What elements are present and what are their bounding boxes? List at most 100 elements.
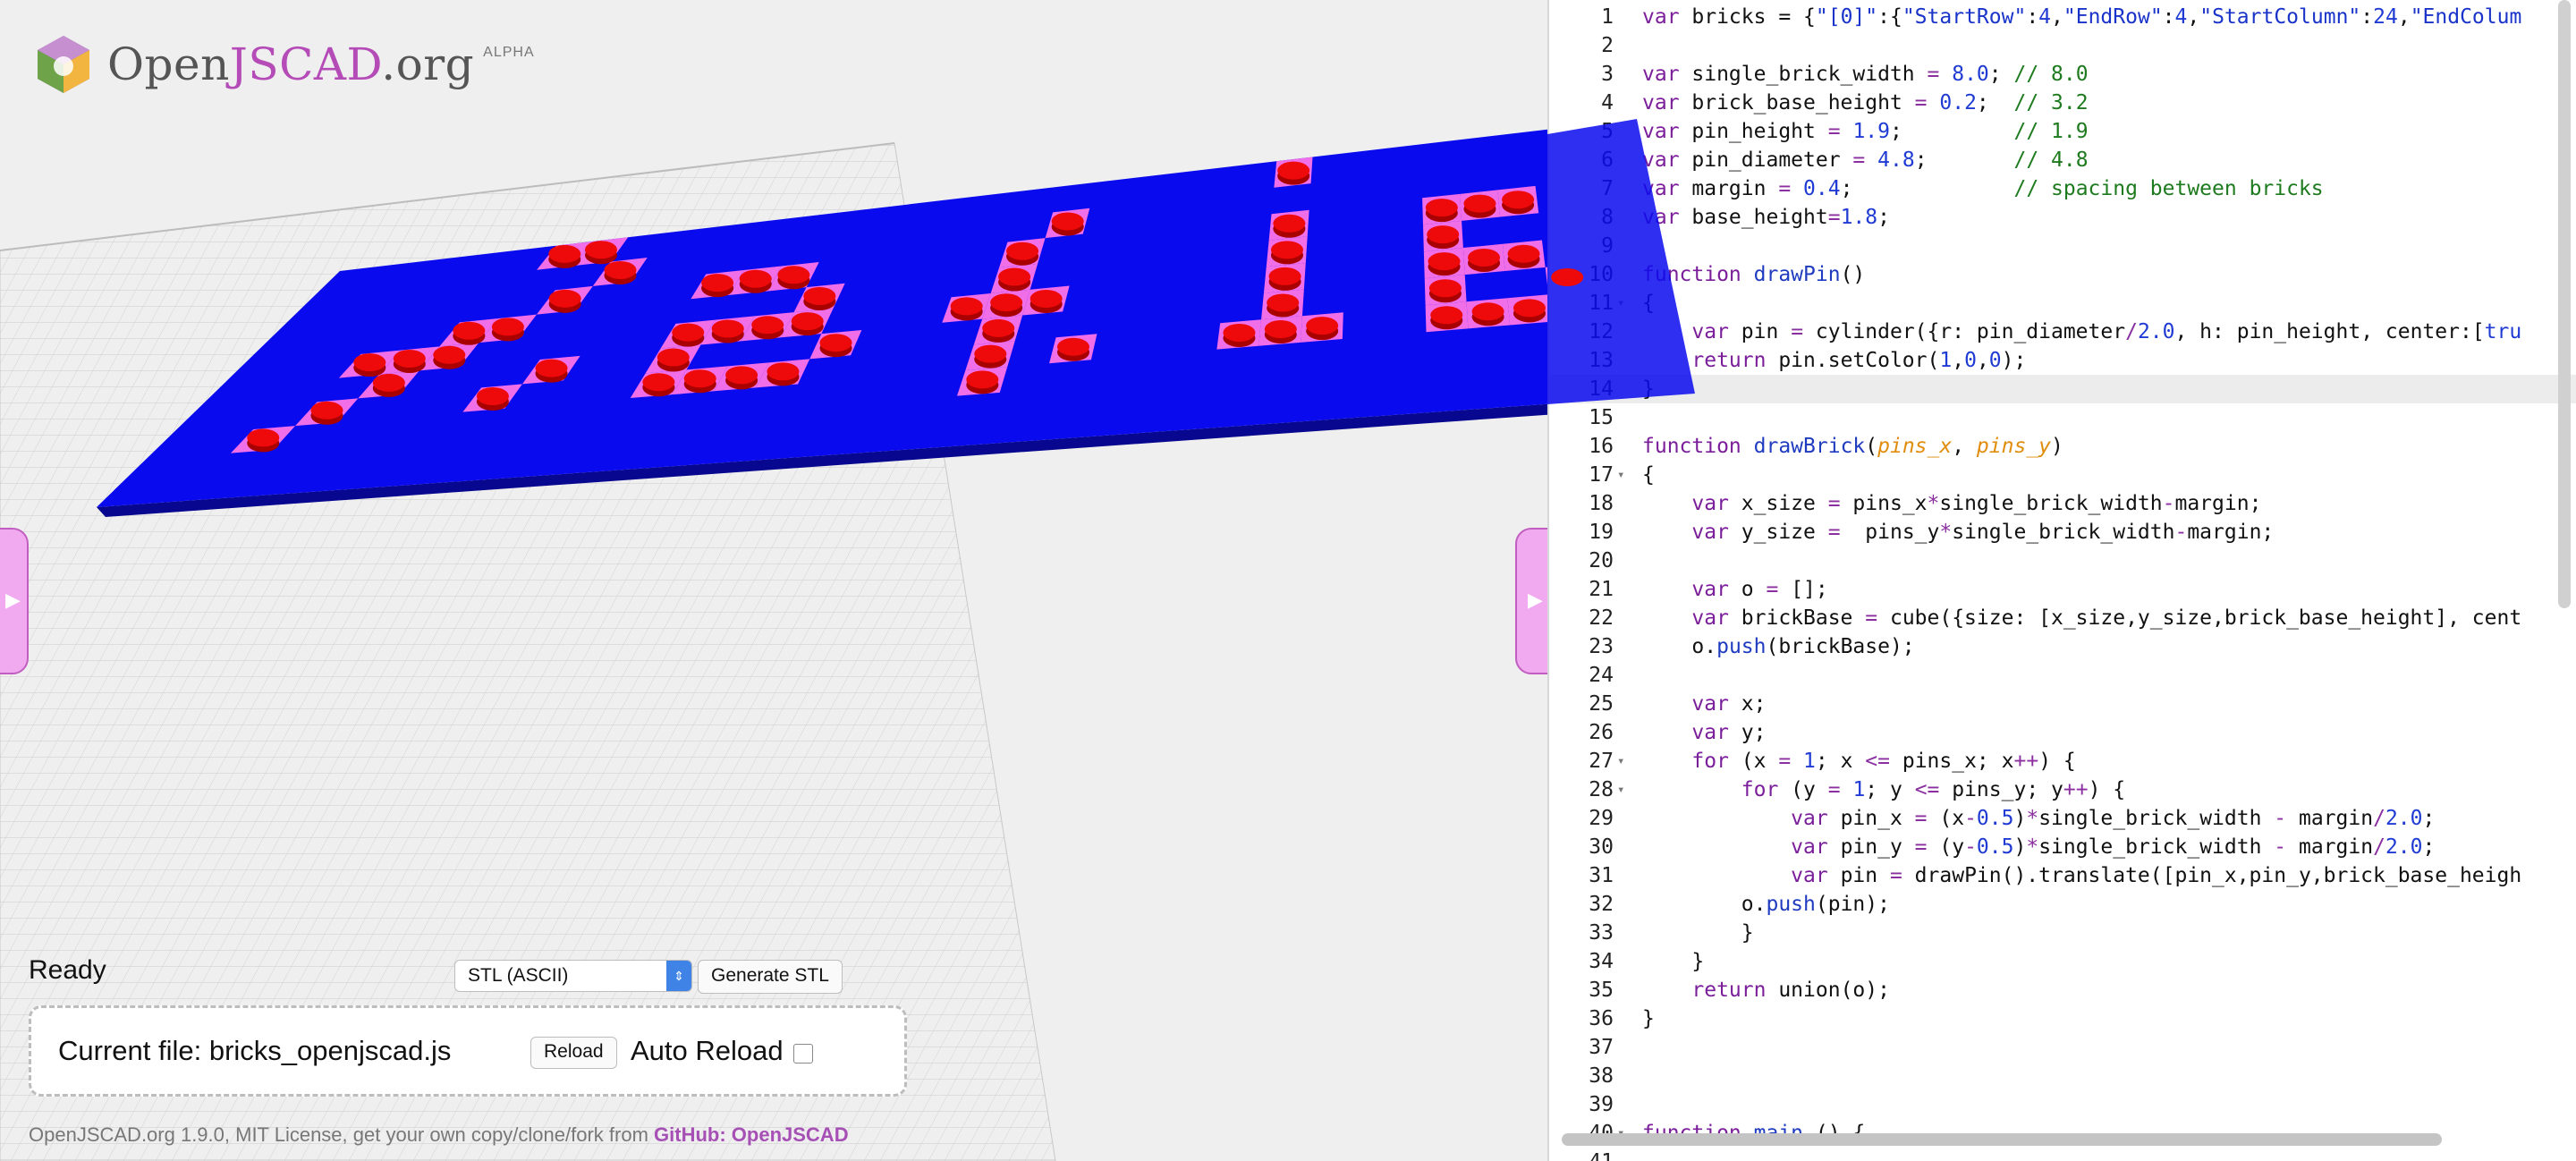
editor-panel-toggle[interactable]: ▶	[1515, 528, 1547, 674]
code-line[interactable]: 16 function drawBrick(pins_x, pins_y)	[1549, 432, 2576, 461]
code-editor[interactable]: 1 var bricks = {"[0]":{"StartRow":4,"EndR…	[1547, 0, 2576, 1161]
line-number: 22	[1589, 606, 1614, 630]
horizontal-scrollbar[interactable]	[1562, 1133, 2442, 1146]
3d-viewer[interactable]: OpenJSCAD.org ALPHA ▶ ▶ Ready STL (ASCII…	[0, 0, 1547, 1161]
code-line[interactable]: 22 var brickBase = cube({size: [x_size,y…	[1549, 604, 2576, 632]
code-line[interactable]: 8 var base_height=1.8;	[1549, 203, 2576, 232]
fold-arrow-icon[interactable]: ▾	[1617, 289, 1624, 318]
code-line[interactable]: 12 var pin = cylinder({r: pin_diameter/2…	[1549, 318, 2576, 346]
pin-top	[1428, 252, 1461, 271]
code-text: return union(o);	[1691, 979, 1890, 1002]
code-line[interactable]: 34 }	[1549, 947, 2576, 976]
code-line[interactable]: 19 var y_size = pins_y*single_brick_widt…	[1549, 518, 2576, 547]
code-line[interactable]: 6 var pin_diameter = 4.8; // 4.8	[1549, 146, 2576, 174]
github-link[interactable]: GitHub: OpenJSCAD	[654, 1123, 849, 1146]
code-line[interactable]: 5 var pin_height = 1.9; // 1.9	[1549, 117, 2576, 146]
line-number: 28	[1589, 778, 1614, 801]
code-line[interactable]: 38	[1549, 1062, 2576, 1090]
code-line[interactable]: 35 return union(o);	[1549, 976, 2576, 1004]
code-text: {	[1642, 292, 1655, 315]
pin-top	[1430, 306, 1463, 325]
code-line[interactable]: 20	[1549, 547, 2576, 575]
code-line[interactable]: 27 ▾ for (x = 1; x <= pins_x; x++) {	[1549, 747, 2576, 775]
code-line[interactable]: 9	[1549, 232, 2576, 260]
code-line[interactable]: 2	[1549, 31, 2576, 60]
code-line[interactable]: 11 ▾ {	[1549, 289, 2576, 318]
line-number: 27	[1589, 750, 1614, 773]
code-text: var bricks = {"[0]":{"StartRow":4,"EndRo…	[1642, 5, 2522, 29]
code-line[interactable]: 18 var x_size = pins_x*single_brick_widt…	[1549, 489, 2576, 518]
code-text: for (x = 1; x <= pins_x; x++) {	[1691, 750, 2076, 773]
code-text: o.push(brickBase);	[1642, 635, 1915, 658]
pin-top	[393, 349, 426, 368]
pin-top	[751, 316, 784, 335]
code-line[interactable]: 31 var pin = drawPin().translate([pin_x,…	[1549, 861, 2576, 890]
code-line[interactable]: 28 ▾ for (y = 1; y <= pins_y; y++) {	[1549, 775, 2576, 804]
line-number: 29	[1589, 807, 1614, 830]
code-line[interactable]: 3 var single_brick_width = 8.0; // 8.0	[1549, 60, 2576, 89]
code-line[interactable]: 37	[1549, 1033, 2576, 1062]
code-line[interactable]: 36}	[1549, 1004, 2576, 1033]
code-line[interactable]: 21 var o = [];	[1549, 575, 2576, 604]
auto-reload-checkbox[interactable]	[793, 1044, 813, 1064]
code-line[interactable]: 14}	[1549, 375, 2576, 403]
code-line[interactable]: 25 var x;	[1549, 690, 2576, 718]
code-line[interactable]: 24	[1549, 661, 2576, 690]
pin-top	[372, 373, 405, 392]
code-line[interactable]: 29 var pin_x = (x-0.5)*single_brick_widt…	[1549, 804, 2576, 833]
code-line[interactable]: 26 var y;	[1549, 718, 2576, 747]
line-number: 14	[1589, 377, 1614, 401]
pin-top	[548, 244, 581, 263]
pin-top	[974, 344, 1007, 363]
logo-cube-icon	[38, 36, 89, 93]
reload-button[interactable]: Reload	[530, 1037, 617, 1069]
generate-stl-button[interactable]: Generate STL	[698, 960, 843, 994]
code-line[interactable]: 13 return pin.setColor(1,0,0);	[1549, 346, 2576, 375]
line-number: 33	[1589, 921, 1614, 945]
pin-top	[1264, 320, 1297, 339]
code-line[interactable]: 33 }	[1549, 919, 2576, 947]
app-logo[interactable]: OpenJSCAD.org ALPHA	[32, 32, 535, 97]
pin-top	[1471, 302, 1504, 321]
code-line[interactable]: 32 o.push(pin);	[1549, 890, 2576, 919]
pin-top	[310, 401, 343, 419]
code-line[interactable]: 1 var bricks = {"[0]":{"StartRow":4,"EndR…	[1549, 3, 2576, 31]
code-line[interactable]: 30 var pin_y = (y-0.5)*single_brick_widt…	[1549, 833, 2576, 861]
pin-top	[966, 370, 999, 389]
logo-accent: JSCAD	[229, 38, 382, 90]
format-select[interactable]: STL (ASCII) ⇕	[454, 960, 692, 992]
pin-top	[819, 334, 852, 352]
code-line[interactable]: 39	[1549, 1090, 2576, 1119]
line-number: 19	[1589, 521, 1614, 544]
code-line[interactable]: 15	[1549, 403, 2576, 432]
code-line[interactable]: 23 o.push(brickBase);	[1549, 632, 2576, 661]
line-number: 6	[1601, 148, 1614, 172]
line-number: 2	[1601, 34, 1614, 57]
footer: OpenJSCAD.org 1.9.0, MIT License, get yo…	[29, 1123, 849, 1147]
line-number: 35	[1589, 979, 1614, 1002]
code-text: {	[1642, 463, 1655, 487]
code-text: for (y = 1; y <= pins_y; y++) {	[1741, 778, 2126, 801]
fold-arrow-icon[interactable]: ▾	[1617, 747, 1624, 775]
code-line[interactable]: 41	[1549, 1148, 2576, 1161]
pin-top	[701, 274, 734, 292]
line-number: 26	[1589, 721, 1614, 744]
fold-arrow-icon[interactable]: ▾	[1617, 461, 1624, 489]
fold-arrow-icon[interactable]: ▾	[1617, 775, 1624, 804]
code-text: var x_size = pins_x*single_brick_width-m…	[1691, 492, 2262, 515]
code-line[interactable]: 4 var brick_base_height = 0.2; // 3.2	[1549, 89, 2576, 117]
code-text: var o = [];	[1691, 578, 1828, 601]
pin-top	[1428, 279, 1462, 298]
vertical-scrollbar[interactable]	[2558, 0, 2571, 608]
code-text: var pin_x = (x-0.5)*single_brick_width -…	[1791, 807, 2436, 830]
code-text: var margin = 0.4; // spacing between bri…	[1642, 177, 2324, 200]
pin-top	[777, 266, 810, 284]
code-line[interactable]: 10 function drawPin()	[1549, 260, 2576, 289]
code-line[interactable]: 17 ▾ {	[1549, 461, 2576, 489]
logo-suffix: .org	[381, 38, 475, 90]
pin-top	[657, 348, 690, 367]
pin-top	[247, 428, 280, 447]
code-text: var pin_diameter = 4.8; // 4.8	[1642, 148, 2089, 172]
code-line[interactable]: 7 var margin = 0.4; // spacing between br…	[1549, 174, 2576, 203]
left-panel-toggle[interactable]: ▶	[0, 528, 29, 674]
